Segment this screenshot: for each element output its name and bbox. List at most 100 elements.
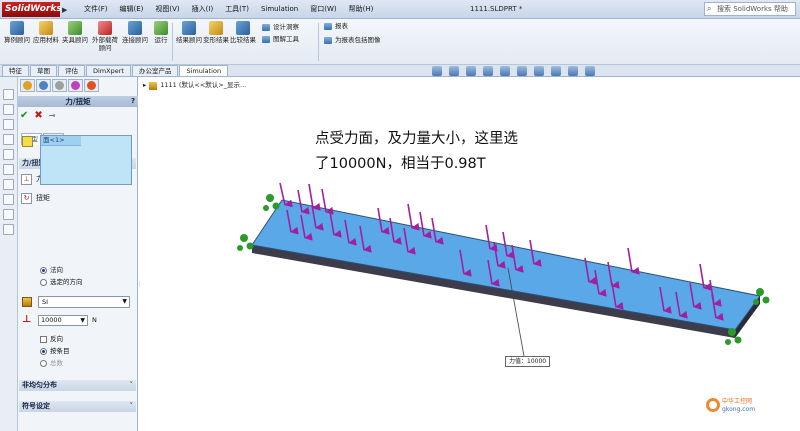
section-nonuniform[interactable]: 非均匀分布 ˅ <box>19 380 136 391</box>
tool-fixture-advisor[interactable]: 夹具顾问 <box>62 21 88 44</box>
tab-dimxpert[interactable]: DimXpert <box>86 65 131 76</box>
cancel-icon[interactable]: ✖ <box>34 110 42 122</box>
tool-apply-material[interactable]: 应用材料 <box>33 21 59 44</box>
pm-actions: ✔ ✖ ⊸ <box>20 110 55 122</box>
results-advisor-icon <box>182 21 196 35</box>
torque-icon: ↻ <box>21 192 32 204</box>
help-search-input[interactable]: ⌕ 搜索 SolidWorks 帮助 <box>704 2 796 16</box>
explorer-icon[interactable] <box>3 179 14 190</box>
tab-features[interactable]: 特征 <box>2 65 29 76</box>
design-insight-button[interactable]: 设计洞察 <box>262 23 299 32</box>
tab-office-products[interactable]: 办公室产品 <box>131 65 179 76</box>
radio-selected-direction[interactable]: 选定的方向 <box>40 277 83 287</box>
menu-file[interactable]: 文件(F) <box>78 3 114 16</box>
help-search-placeholder: 搜索 SolidWorks 帮助 <box>717 5 788 13</box>
view-settings-icon[interactable] <box>585 66 595 76</box>
heads-up-toolbar <box>432 66 595 76</box>
logo-dropdown-icon[interactable]: ▶ <box>62 6 67 14</box>
manager-tabs <box>18 79 138 93</box>
toolbar-separator <box>172 23 173 61</box>
tool-external-loads[interactable]: 外部载荷顾问 <box>92 21 118 52</box>
tool-connections-advisor[interactable]: 连接顾问 <box>122 21 148 44</box>
force-callout[interactable]: 力值：10000 <box>505 356 551 367</box>
plot-tools-button[interactable]: 图解工具 <box>262 35 299 44</box>
tool-compare-results[interactable]: 比较结果 <box>230 21 256 44</box>
part-icon <box>149 81 158 90</box>
force-icon: ⊥ <box>21 173 32 185</box>
ok-icon[interactable]: ✔ <box>20 110 28 122</box>
external-loads-icon <box>98 21 112 35</box>
expand-icon: ˅ <box>129 402 134 410</box>
force-value-input[interactable]: 10000 ▼ <box>38 315 88 326</box>
option-torque[interactable]: ↻ 扭矩 <box>21 192 50 204</box>
radio-total[interactable]: 总数 <box>40 358 63 368</box>
zoom-fit-icon[interactable] <box>432 66 442 76</box>
include-image-button[interactable]: 为报表包括图像 <box>324 36 381 45</box>
hide-show-icon[interactable] <box>534 66 544 76</box>
display-manager-tab[interactable] <box>84 79 99 92</box>
property-manager-icon <box>39 81 48 90</box>
menu-simulation[interactable]: Simulation <box>255 3 304 16</box>
command-manager: 算例顾问 应用材料 夹具顾问 外部载荷顾问 连接顾问 运行 结果顾问 变形结果 … <box>0 19 800 65</box>
menu-view[interactable]: 视图(V) <box>149 3 185 16</box>
connections-advisor-icon <box>128 21 142 35</box>
edit-appearance-icon[interactable] <box>551 66 561 76</box>
radio-normal[interactable]: 法向 <box>40 265 63 275</box>
toolbar-separator <box>318 23 319 61</box>
property-manager-tab[interactable] <box>36 79 51 92</box>
menu-tools[interactable]: 工具(T) <box>219 3 255 16</box>
list-item[interactable]: 面<1> <box>41 136 81 146</box>
previous-view-icon[interactable] <box>466 66 476 76</box>
section-symbol-settings[interactable]: 符号设定 ˅ <box>19 401 136 412</box>
checkbox-reverse-box <box>40 335 47 343</box>
pin-icon[interactable]: ⊸ <box>49 110 56 122</box>
library-icon[interactable] <box>3 164 14 175</box>
search-icon: ⌕ <box>707 4 712 13</box>
dimxpert-manager-tab[interactable] <box>68 79 83 92</box>
display-style-icon[interactable] <box>517 66 527 76</box>
section-view-icon[interactable] <box>483 66 493 76</box>
radio-per-item[interactable]: 按条目 <box>40 346 70 356</box>
apply-material-icon <box>39 21 53 35</box>
checkbox-reverse[interactable]: 反向 <box>40 334 63 344</box>
appearance-icon[interactable] <box>3 209 14 220</box>
tool-study-advisor[interactable]: 算例顾问 <box>4 21 30 44</box>
watermark-gear-icon <box>706 398 720 412</box>
tab-sketch[interactable]: 草图 <box>30 65 57 76</box>
view-palette-icon[interactable] <box>3 194 14 205</box>
solidworks-logo[interactable]: SolidWorks <box>2 2 62 17</box>
feature-tree-icon[interactable] <box>3 89 14 100</box>
display-manager-icon <box>87 81 96 90</box>
menu-help[interactable]: 帮助(H) <box>343 3 380 16</box>
tab-evaluate[interactable]: 评估 <box>58 65 85 76</box>
radio-total-icon <box>40 359 47 367</box>
flyout-feature-tree[interactable]: ▸ 1111 (默认<<默认>_显示... <box>143 81 246 90</box>
face-selection-box[interactable]: 面<1> <box>40 135 132 185</box>
help-icon[interactable]: ? <box>131 96 135 107</box>
feature-manager-tab[interactable] <box>20 79 35 92</box>
property-icon[interactable] <box>3 104 14 115</box>
chevron-down-icon: ▼ <box>80 317 85 324</box>
configuration-manager-tab[interactable] <box>52 79 67 92</box>
custom-props-icon[interactable] <box>3 224 14 235</box>
zoom-area-icon[interactable] <box>449 66 459 76</box>
radio-normal-icon <box>40 266 47 274</box>
tab-simulation[interactable]: Simulation <box>179 65 229 76</box>
menu-window[interactable]: 窗口(W) <box>304 3 342 16</box>
tool-deformed-result[interactable]: 变形结果 <box>203 21 229 44</box>
dimxpert-icon[interactable] <box>3 134 14 145</box>
annotation-text: 点受力面，及力量大小，这里选 了10000N，相当于0.98T <box>315 131 518 172</box>
tool-results-advisor[interactable]: 结果顾问 <box>176 21 202 44</box>
menu-insert[interactable]: 插入(I) <box>186 3 220 16</box>
watermark: 中华工控网 gkong.com <box>722 398 756 413</box>
config-icon[interactable] <box>3 119 14 130</box>
tool-run[interactable]: 运行 <box>148 21 174 44</box>
property-manager: 力/扭矩 ? ✔ ✖ ⊸ 类型 分割 力/扭矩 ˄ ⊥ 力 ↻ 扭矩 <box>18 77 138 431</box>
apply-scene-icon[interactable] <box>568 66 578 76</box>
units-select[interactable]: SI ▼ <box>38 296 130 308</box>
report-button[interactable]: 报表 <box>324 22 348 31</box>
expand-icon: ˅ <box>129 381 134 389</box>
view-orientation-icon[interactable] <box>500 66 510 76</box>
display-icon[interactable] <box>3 149 14 160</box>
menu-edit[interactable]: 编辑(E) <box>114 3 150 16</box>
